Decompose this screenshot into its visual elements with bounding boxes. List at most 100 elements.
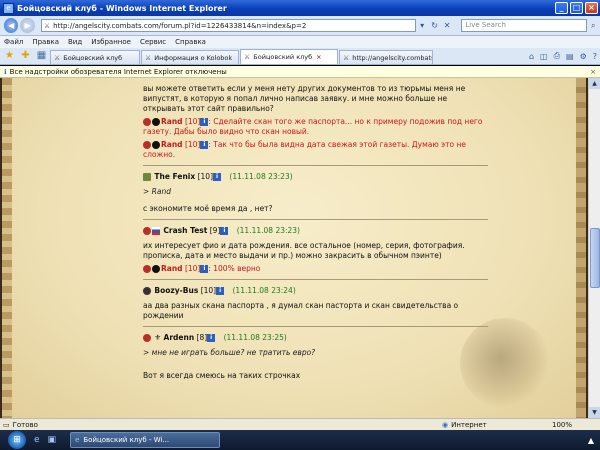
- info-badge-icon[interactable]: i: [213, 173, 221, 181]
- info-icon: ℹ: [4, 67, 7, 76]
- menu-tools[interactable]: Сервис: [140, 38, 166, 46]
- clan-emblem-icon: [143, 118, 151, 126]
- scroll-up-icon[interactable]: ▲: [589, 78, 600, 89]
- tab-1[interactable]: ⚔ Бойцовский клуб: [50, 50, 140, 64]
- zoom-level[interactable]: 100%: [552, 421, 600, 429]
- post-author[interactable]: Crash Test: [163, 226, 207, 235]
- stop-icon[interactable]: ✕: [441, 19, 454, 32]
- reply-author[interactable]: Rand: [161, 140, 183, 149]
- swords-icon: ⚔: [343, 53, 350, 62]
- start-button[interactable]: ⊞: [8, 431, 26, 449]
- forum-posts: вы можете ответить если у меня нету друг…: [143, 84, 488, 384]
- vertical-scrollbar[interactable]: ▲ ▼: [588, 78, 600, 418]
- quicklaunch-desktop-icon[interactable]: ▣: [48, 435, 57, 445]
- menu-help[interactable]: Справка: [175, 38, 206, 46]
- favorites-star-icon[interactable]: ★: [3, 49, 16, 62]
- clan-emblem-icon: [143, 227, 151, 235]
- tab-close-icon[interactable]: ×: [316, 53, 321, 61]
- post-author[interactable]: Boozy-Bus: [154, 286, 198, 295]
- tab-2[interactable]: ⚔ Информация о Kolobok: [141, 50, 239, 64]
- moderator-reply: Rand [10] i: Сделайте скан того же паспор…: [143, 117, 488, 137]
- print-icon[interactable]: ⎙: [554, 51, 560, 61]
- menu-bar: Файл Правка Вид Избранное Сервис Справка: [0, 36, 600, 48]
- info-bar-close-icon[interactable]: ×: [590, 68, 596, 76]
- help-icon[interactable]: ?: [593, 52, 597, 61]
- align-icon: [152, 118, 160, 126]
- system-tray: ▲: [588, 436, 600, 445]
- post-header: Crash Test [9] i (11.11.08 23:23): [143, 226, 488, 236]
- search-input[interactable]: Live Search: [461, 19, 587, 32]
- command-bar: ⌂ ◫ ⎙ ▤ ⚙ ?: [523, 48, 600, 64]
- ie-icon: e: [75, 436, 80, 444]
- reply-author[interactable]: Rand: [161, 117, 183, 126]
- align-icon: [152, 265, 160, 273]
- post-header: Boozy-Bus [10] i (11.11.08 23:24): [143, 286, 488, 296]
- post-quote: > Rand: [143, 187, 171, 196]
- home-icon[interactable]: ⌂: [529, 52, 534, 61]
- post-level: [9]: [209, 226, 221, 235]
- post-date: (11.11.08 23:25): [223, 333, 287, 342]
- menu-view[interactable]: Вид: [68, 38, 82, 46]
- menu-favorites[interactable]: Избранное: [91, 38, 131, 46]
- post-date: (11.11.08 23:24): [232, 286, 296, 295]
- post-quote: > мне не играть больше? не тратить евро?: [143, 348, 316, 357]
- info-bar[interactable]: ℹ Все надстройки обозревателя Internet E…: [0, 66, 600, 78]
- swords-icon: ⚔: [54, 53, 61, 62]
- taskbar: ⊞ e ▣ e Бойцовский клуб - Wi... ▲: [0, 430, 600, 450]
- search-icon[interactable]: ⌕: [587, 19, 600, 32]
- dropdown-icon[interactable]: ▾: [416, 19, 429, 32]
- tray-network-icon[interactable]: ▲: [588, 436, 594, 445]
- align-icon: [152, 141, 160, 149]
- tab-bar: ★ ✚ ▦ ⚔ Бойцовский клуб ⚔ Информация о Kol…: [0, 48, 600, 65]
- add-favorites-icon[interactable]: ✚: [19, 49, 32, 62]
- post-text: с экономите моё время да , нет?: [143, 204, 273, 213]
- back-button[interactable]: ◀: [4, 18, 19, 33]
- taskbar-ie-window[interactable]: e Бойцовский клуб - Wi...: [70, 432, 221, 448]
- post-text: Вот я всегда смеюсь на таких строчках: [143, 371, 301, 380]
- post-header: The Fenix [10] i (11.11.08 23:23): [143, 172, 488, 182]
- reply-author[interactable]: Rand: [161, 264, 183, 273]
- address-input[interactable]: ⚔ http://angelscity.combats.com/forum.pl…: [40, 19, 416, 32]
- post-text: их интересует фио и дата рождения. все о…: [143, 241, 465, 260]
- scroll-thumb[interactable]: [590, 228, 600, 288]
- status-text: Готово: [12, 420, 38, 429]
- moderator-reply: Rand [10] i: 100% верно: [143, 264, 488, 274]
- menu-file[interactable]: Файл: [4, 38, 23, 46]
- status-page-icon: ▭: [3, 420, 10, 429]
- security-zone: ◉ Интернет: [442, 420, 487, 429]
- forward-button[interactable]: ▶: [20, 18, 35, 33]
- post-divider: [143, 279, 488, 280]
- scroll-down-icon[interactable]: ▼: [589, 407, 600, 418]
- status-bar: ▭ Готово ◉ Интернет 100%: [0, 418, 600, 430]
- tab-list-icon[interactable]: ▦: [35, 49, 48, 62]
- post-date: (11.11.08 23:23): [229, 172, 293, 181]
- quicklaunch-ie-icon[interactable]: e: [34, 435, 40, 445]
- tab-3-active[interactable]: ⚔ Бойцовский клуб ×: [240, 49, 338, 64]
- post-author[interactable]: The Fenix: [154, 172, 195, 181]
- info-badge-icon[interactable]: i: [207, 334, 216, 342]
- info-bar-text: Все надстройки обозревателя Internet Exp…: [9, 67, 227, 76]
- post-divider: [143, 219, 488, 220]
- reply-text: : 100% верно: [208, 264, 261, 273]
- post-level: [8]: [196, 333, 208, 342]
- reply-level: [10]: [184, 264, 201, 273]
- address-bar: ◀ ▶ ⚔ http://angelscity.combats.com/foru…: [0, 16, 600, 36]
- info-badge-icon[interactable]: i: [220, 227, 229, 235]
- feeds-icon[interactable]: ◫: [540, 52, 548, 61]
- close-button[interactable]: ×: [585, 2, 598, 14]
- post-author[interactable]: Ardenn: [164, 333, 195, 342]
- clan-emblem-icon: [143, 265, 151, 273]
- info-badge-icon[interactable]: i: [216, 287, 225, 295]
- clan-emblem-icon: [143, 287, 151, 295]
- minimize-button[interactable]: _: [555, 2, 568, 14]
- post-date: (11.11.08 23:23): [236, 226, 300, 235]
- maximize-button[interactable]: □: [570, 2, 583, 14]
- page-icon[interactable]: ▤: [566, 52, 574, 61]
- tab-4[interactable]: ⚔http://angelscity.combats....: [339, 50, 433, 64]
- tools-icon[interactable]: ⚙: [580, 52, 587, 61]
- post-divider: [143, 165, 488, 166]
- refresh-icon[interactable]: ↻: [428, 19, 441, 32]
- swords-icon: ⚔: [145, 53, 152, 62]
- forum-page: вы можете ответить если у меня нету друг…: [2, 78, 586, 418]
- menu-edit[interactable]: Правка: [32, 38, 59, 46]
